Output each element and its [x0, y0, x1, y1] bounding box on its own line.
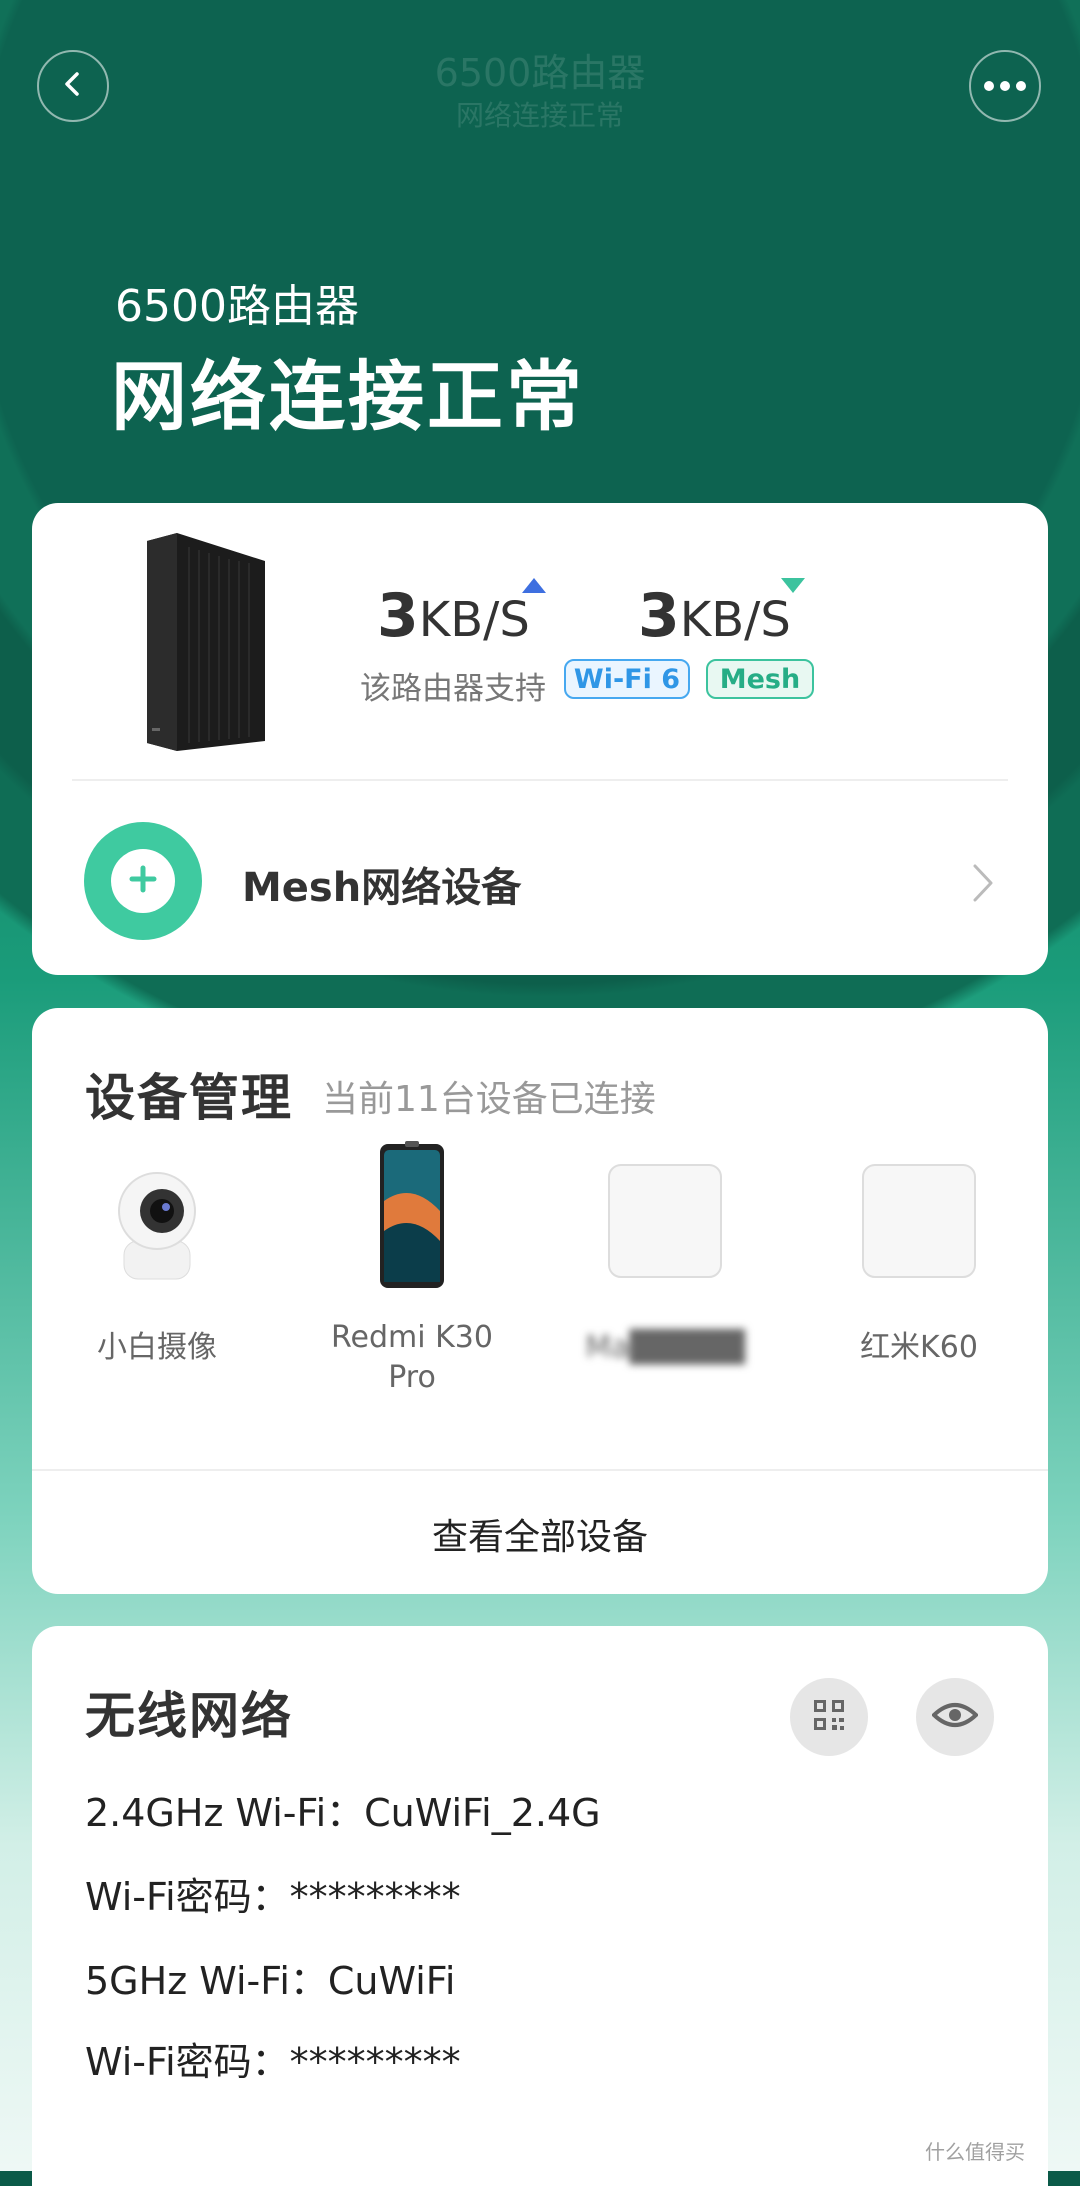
divider: [72, 779, 1008, 781]
wifi-24g-password-row: Wi-Fi密码：*********: [85, 1875, 461, 1919]
mesh-devices-label[interactable]: Mesh网络设备: [242, 855, 521, 913]
support-label: 该路由器支持: [360, 671, 546, 707]
watermark: 什么值得买: [925, 2140, 1025, 2164]
wireless-card: 无线网络 2.4GHz Wi-Fi：CuWiFi_2.4G Wi-Fi密码：**…: [32, 1626, 1048, 2186]
wifi-5g-row: 5GHz Wi-Fi：CuWiFi: [85, 1959, 456, 2003]
device-box-icon: [550, 1153, 780, 1288]
device-name: Redmi K30 Pro: [331, 1320, 493, 1395]
connected-count: 当前11台设备已连接: [322, 1079, 656, 1120]
show-password-button[interactable]: [916, 1678, 994, 1756]
top-bar: 6500路由器 网络连接正常: [0, 0, 1080, 170]
upload-speed: 3KB/S: [377, 581, 530, 651]
add-mesh-button[interactable]: [84, 822, 202, 940]
wifi-24g-row: 2.4GHz Wi-Fi：CuWiFi_2.4G: [85, 1791, 601, 1835]
divider: [32, 1469, 1048, 1471]
plus-icon: [127, 863, 159, 899]
hero-status: 网络连接正常: [111, 352, 585, 441]
router-card: 3KB/S 3KB/S 该路由器支持 Wi-Fi 6 Mesh Mesh网络设备: [32, 503, 1048, 975]
wifi6-badge: Wi-Fi 6: [564, 659, 690, 699]
device-management-title: 设备管理: [85, 1069, 293, 1127]
wifi-5g-password-row: Wi-Fi密码：*********: [85, 2040, 461, 2084]
upload-arrow-icon: [522, 578, 546, 593]
device-item[interactable]: Ma█████: [550, 1153, 780, 1368]
qr-code-button[interactable]: [790, 1678, 868, 1756]
device-item[interactable]: Redmi K30 Pro: [297, 1140, 527, 1398]
eye-icon: [931, 1701, 979, 1733]
qr-code-icon: [812, 1698, 846, 1736]
device-management-card: 设备管理 当前11台设备已连接 小白摄像 Redmi K30 Pro Ma███…: [32, 1008, 1048, 1594]
download-speed: 3KB/S: [638, 581, 791, 651]
device-item[interactable]: 小白摄像: [42, 1153, 272, 1368]
device-item[interactable]: 红米K60: [804, 1153, 1034, 1368]
mesh-badge: Mesh: [706, 659, 814, 699]
camera-icon: [42, 1153, 272, 1288]
device-name: 小白摄像: [97, 1330, 217, 1365]
more-dots-icon: [983, 77, 1027, 96]
device-name: Ma█████: [585, 1330, 745, 1365]
view-all-devices-button[interactable]: 查看全部设备: [32, 1508, 1048, 1560]
header-status: 网络连接正常: [455, 99, 624, 132]
hero-device-name: 6500路由器: [115, 281, 359, 332]
phone-icon: [297, 1140, 527, 1288]
more-button[interactable]: [969, 50, 1041, 122]
header-title: 6500路由器: [434, 51, 646, 95]
chevron-right-icon[interactable]: [972, 863, 994, 907]
router-image: [137, 533, 277, 753]
download-arrow-icon: [781, 578, 805, 593]
wireless-title: 无线网络: [85, 1687, 293, 1745]
device-box-icon: [804, 1153, 1034, 1288]
device-name: 红米K60: [860, 1330, 978, 1365]
